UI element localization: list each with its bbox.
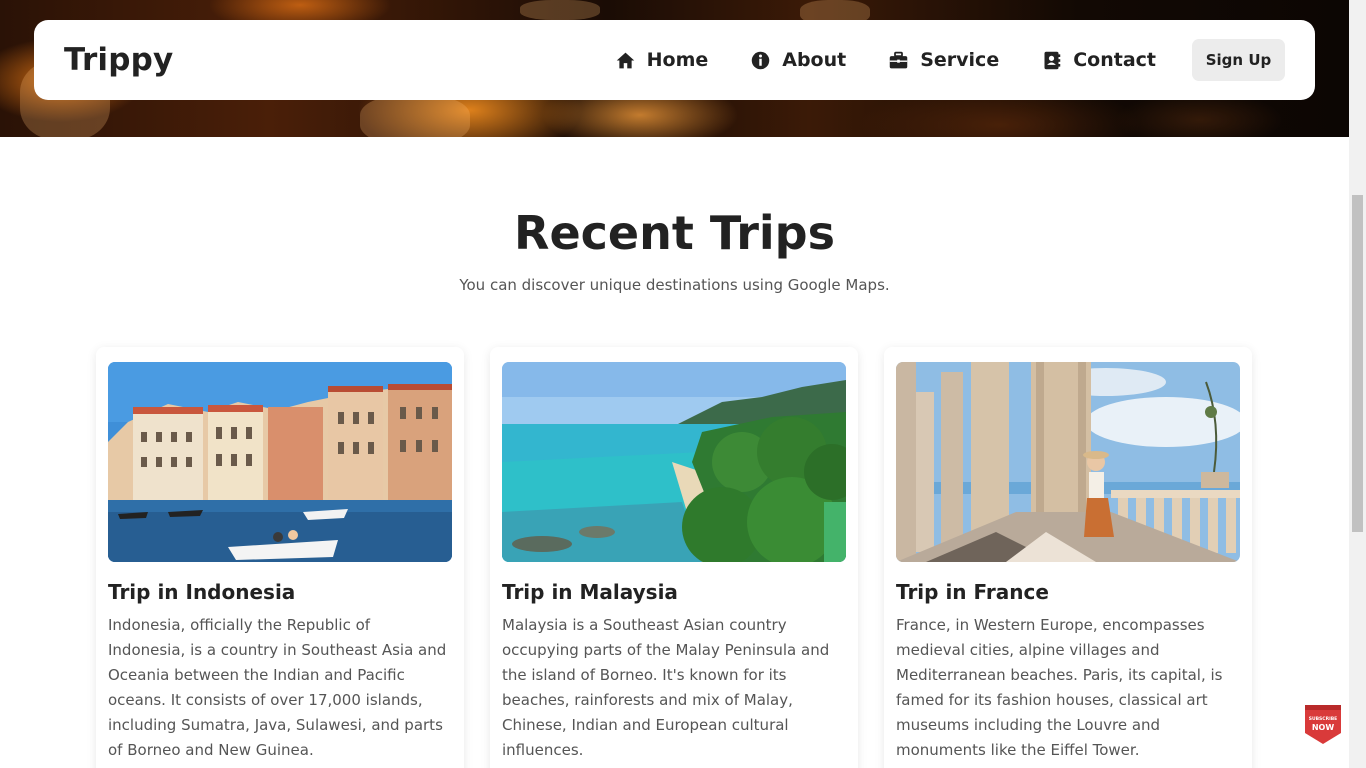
nav-item-home[interactable]: Home [615,49,709,71]
section-subtitle: You can discover unique destinations usi… [459,276,890,294]
venice-canal-photo [108,362,452,562]
terrace-columns-photo [896,362,1240,562]
scrollbar-thumb[interactable] [1352,195,1363,532]
contact-book-icon [1041,50,1062,71]
svg-text:NOW: NOW [1312,723,1334,732]
nav-item-contact[interactable]: Contact [1041,49,1156,71]
navbar: Trippy Home About Service Contact Sign U… [34,20,1315,100]
card-description: Malaysia is a Southeast Asian country oc… [502,616,830,759]
home-icon [615,50,636,71]
sign-up-button[interactable]: Sign Up [1192,39,1285,81]
card-title: Trip in Indonesia [108,580,296,604]
page-scrollbar[interactable] [1349,0,1366,768]
subscribe-badge[interactable]: SUBSCRIBE NOW [1303,703,1343,745]
nav-item-label: Contact [1073,49,1156,71]
nav-item-label: Service [920,49,1000,71]
trip-card-france[interactable]: Trip in France France, in Western Europe… [884,347,1252,768]
brand-logo[interactable]: Trippy [64,42,173,78]
tropical-beach-photo [502,362,846,562]
section-title: Recent Trips [514,206,835,260]
info-icon [750,50,771,71]
card-description: France, in Western Europe, encompasses m… [896,616,1223,759]
trip-card-malaysia[interactable]: Trip in Malaysia Malaysia is a Southeast… [490,347,858,768]
nav-item-label: Home [646,49,709,71]
nav-item-about[interactable]: About [750,49,846,71]
trip-card-indonesia[interactable]: Trip in Indonesia Indonesia, officially … [96,347,464,768]
card-title: Trip in Malaysia [502,580,678,604]
card-description: Indonesia, officially the Republic of In… [108,616,447,759]
briefcase-icon [888,50,909,71]
card-title: Trip in France [896,580,1049,604]
svg-text:SUBSCRIBE: SUBSCRIBE [1309,716,1338,722]
nav-item-service[interactable]: Service [888,49,999,71]
nav-item-label: About [782,49,847,71]
nav-links: Home About Service Contact Sign Up [615,39,1285,81]
